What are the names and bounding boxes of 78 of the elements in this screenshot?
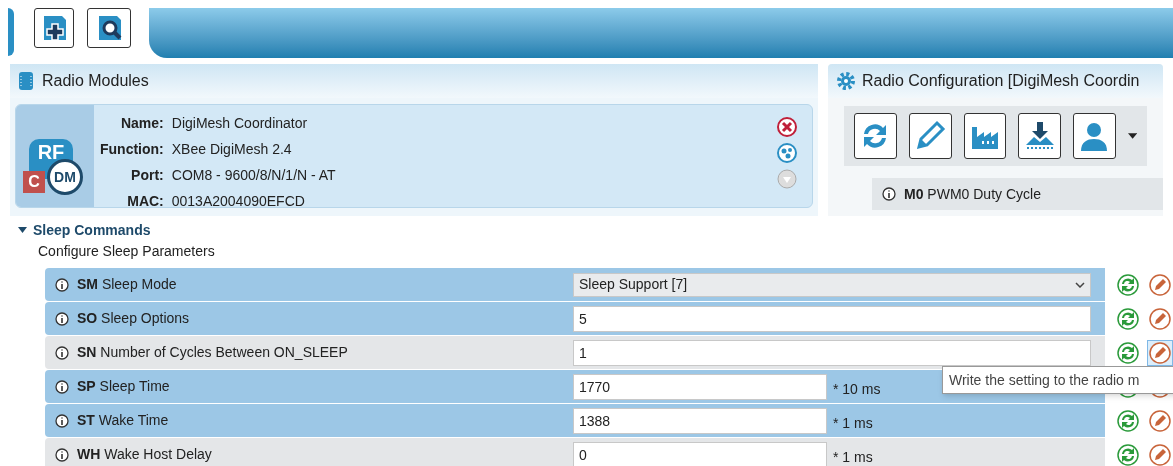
write-button[interactable] xyxy=(908,113,952,159)
setting-row[interactable]: SM Sleep Mode Sleep Support [7] xyxy=(45,268,1105,301)
section-description: Configure Sleep Parameters xyxy=(38,242,216,261)
input-field[interactable]: 1770 xyxy=(573,373,827,400)
setting-row[interactable]: SO Sleep Options 5 xyxy=(45,302,1105,335)
section-title[interactable]: Sleep Commands xyxy=(33,219,151,241)
factory-defaults-button[interactable] xyxy=(963,113,1007,159)
discover-module-button[interactable] xyxy=(87,8,131,48)
gear-icon xyxy=(836,71,856,91)
pencil-icon xyxy=(1149,409,1171,432)
input-field[interactable]: 1388 xyxy=(573,407,827,434)
setting-label: SN Number of Cycles Between ON_SLEEP xyxy=(77,343,348,362)
toolbar-edge xyxy=(8,8,14,56)
dropdown[interactable]: Sleep Support [7] xyxy=(573,272,1091,297)
input-field[interactable]: 5 xyxy=(573,305,1091,332)
unit-label: * 1 ms xyxy=(833,414,873,433)
input-field[interactable]: 0 xyxy=(573,441,827,466)
setting-label: M0 PWM0 Duty Cycle xyxy=(904,184,1041,204)
info-icon[interactable] xyxy=(55,379,69,394)
info-icon[interactable] xyxy=(55,277,69,292)
refresh-icon xyxy=(1117,443,1139,466)
caret-icon[interactable] xyxy=(1127,133,1137,139)
unit-label: * 10 ms xyxy=(833,380,881,399)
refresh-icon xyxy=(1117,307,1139,330)
panel-title: Radio Modules xyxy=(42,71,149,91)
field-label: Name: xyxy=(119,114,164,133)
read-setting-button[interactable] xyxy=(1115,305,1141,332)
pencil-icon xyxy=(1149,341,1171,364)
setting-row[interactable]: SN Number of Cycles Between ON_SLEEP 1 xyxy=(45,336,1105,369)
info-icon[interactable] xyxy=(55,447,69,462)
info-icon[interactable] xyxy=(55,311,69,326)
setting-row[interactable]: M0 PWM0 Duty Cycle xyxy=(872,178,1163,210)
setting-row[interactable]: ST Wake Time 1388 * 1 ms xyxy=(45,404,1105,437)
caret-icon[interactable] xyxy=(18,227,27,233)
info-icon[interactable] xyxy=(55,413,69,428)
info-icon[interactable] xyxy=(55,345,69,360)
close-icon[interactable] xyxy=(777,117,797,137)
field-value: COM8 - 9600/8/N/1/N - AT xyxy=(171,166,337,185)
info-icon[interactable] xyxy=(882,187,896,201)
network-icon[interactable] xyxy=(777,143,797,163)
refresh-icon xyxy=(1117,341,1139,364)
refresh-icon xyxy=(1117,409,1139,432)
write-setting-button[interactable] xyxy=(1147,305,1173,332)
pencil-icon xyxy=(1149,307,1171,330)
read-setting-button[interactable] xyxy=(1115,271,1141,298)
setting-label: SM Sleep Mode xyxy=(77,275,177,294)
tooltip: Write the setting to the radio m xyxy=(942,366,1173,394)
field-label: Port: xyxy=(130,166,164,185)
read-button[interactable] xyxy=(854,113,897,159)
setting-row[interactable]: WH Wake Host Delay 0 * 1 ms xyxy=(45,438,1105,466)
write-setting-button[interactable] xyxy=(1147,339,1173,366)
add-module-button[interactable] xyxy=(34,8,74,48)
setting-label: ST Wake Time xyxy=(77,411,169,430)
unit-label: * 1 ms xyxy=(833,448,873,466)
setting-label: WH Wake Host Delay xyxy=(77,445,212,464)
write-setting-button[interactable] xyxy=(1147,407,1173,434)
read-setting-button[interactable] xyxy=(1115,339,1141,366)
profile-button[interactable] xyxy=(1073,113,1116,159)
setting-label: SP Sleep Time xyxy=(77,377,170,396)
pencil-icon xyxy=(1149,443,1171,466)
field-value: DigiMesh Coordinator xyxy=(171,114,309,133)
panel-title: Radio Configuration [DigiMesh Coordin xyxy=(862,71,1140,91)
read-setting-button[interactable] xyxy=(1115,441,1141,466)
read-setting-button[interactable] xyxy=(1115,407,1141,434)
field-label: Function: xyxy=(100,140,164,159)
input-field[interactable]: 1 xyxy=(573,339,1091,366)
chevron-down-icon xyxy=(1075,281,1085,288)
field-value: XBee DigiMesh 2.4 xyxy=(171,140,293,159)
update-firmware-button[interactable] xyxy=(1018,113,1061,159)
pencil-icon xyxy=(1149,273,1171,296)
write-setting-button[interactable] xyxy=(1147,441,1173,466)
field-label: MAC: xyxy=(126,192,164,207)
write-setting-button[interactable] xyxy=(1147,271,1173,298)
module-card[interactable]: RF C DM Name: DigiMesh Coordinator Function: XBee DigiMesh 2.4 Port: COM8 - 9600/8/N/1/N - AT MAC: 0013A2004090EFCD xyxy=(15,104,813,208)
setting-label: SO Sleep Options xyxy=(77,309,190,328)
module-icon xyxy=(18,71,34,91)
refresh-icon xyxy=(1117,273,1139,296)
field-value: 0013A2004090EFCD xyxy=(171,192,306,207)
